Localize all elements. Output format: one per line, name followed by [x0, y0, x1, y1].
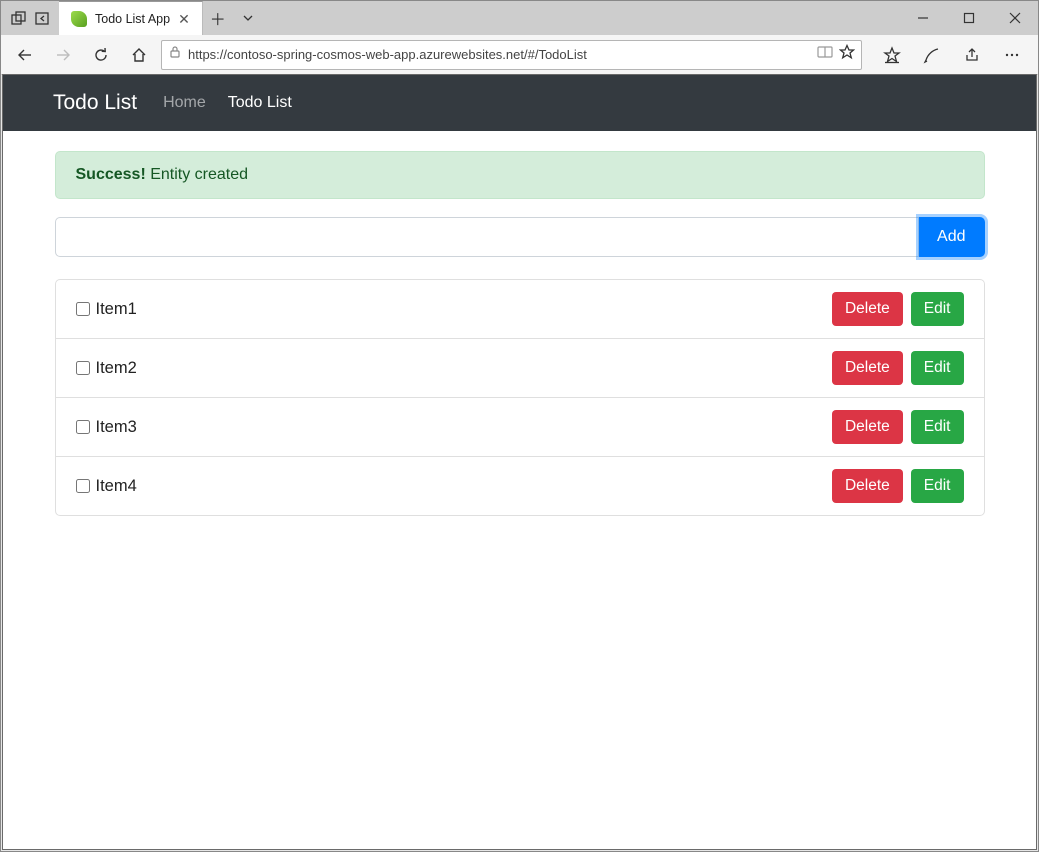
add-button[interactable]: Add	[919, 217, 984, 257]
nav-link-todolist[interactable]: Todo List	[228, 94, 292, 112]
app-container: Success! Entity created Add Item1DeleteE…	[55, 131, 985, 556]
home-button[interactable]	[123, 39, 155, 71]
item-checkbox[interactable]	[76, 302, 90, 316]
notes-icon[interactable]	[914, 39, 950, 71]
window-minimize-button[interactable]	[900, 1, 946, 35]
more-icon[interactable]	[994, 39, 1030, 71]
edit-button[interactable]: Edit	[911, 292, 964, 326]
alert-text: Entity created	[146, 166, 248, 183]
delete-button[interactable]: Delete	[832, 292, 903, 326]
item-checkbox[interactable]	[76, 420, 90, 434]
reading-view-icon[interactable]	[817, 45, 833, 64]
item-label: Item1	[96, 300, 137, 319]
edit-button[interactable]: Edit	[911, 469, 964, 503]
browser-titlebar: Todo List App ✕ ＋	[1, 1, 1038, 35]
window-close-button[interactable]	[992, 1, 1038, 35]
refresh-button[interactable]	[85, 39, 117, 71]
tabs-dropdown-icon[interactable]	[233, 1, 263, 35]
app-navbar: Todo List Home Todo List	[3, 75, 1036, 131]
alert-strong: Success!	[76, 166, 146, 183]
list-item: Item4 DeleteEdit	[56, 457, 984, 515]
list-item: Item2 DeleteEdit	[56, 339, 984, 398]
address-bar[interactable]	[161, 40, 862, 70]
edit-button[interactable]: Edit	[911, 351, 964, 385]
item-label: Item2	[96, 359, 137, 378]
favorites-bar-icon[interactable]	[874, 39, 910, 71]
app-brand[interactable]: Todo List	[53, 91, 137, 115]
item-label: Item4	[96, 477, 137, 496]
new-tab-button[interactable]: ＋	[203, 1, 233, 35]
delete-button[interactable]: Delete	[832, 410, 903, 444]
tabgroup-icon[interactable]	[9, 9, 27, 27]
nav-link-home[interactable]: Home	[163, 94, 206, 112]
todo-list: Item1DeleteEditItem2DeleteEditItem3Delet…	[55, 279, 985, 516]
item-checkbox[interactable]	[76, 361, 90, 375]
add-row: Add	[55, 217, 985, 257]
item-checkbox[interactable]	[76, 479, 90, 493]
back-button[interactable]	[9, 39, 41, 71]
item-label: Item3	[96, 418, 137, 437]
window-maximize-button[interactable]	[946, 1, 992, 35]
url-input[interactable]	[188, 47, 811, 62]
list-item: Item1 DeleteEdit	[56, 280, 984, 339]
browser-tab[interactable]: Todo List App ✕	[59, 1, 203, 35]
delete-button[interactable]: Delete	[832, 469, 903, 503]
lock-icon	[168, 45, 182, 64]
page-viewport: Todo List Home Todo List Success! Entity…	[2, 74, 1037, 850]
browser-toolbar	[1, 35, 1038, 75]
share-icon[interactable]	[954, 39, 990, 71]
new-todo-input[interactable]	[55, 217, 920, 257]
alert-success: Success! Entity created	[55, 151, 985, 199]
edit-button[interactable]: Edit	[911, 410, 964, 444]
asideset-icon[interactable]	[33, 9, 51, 27]
favorite-star-icon[interactable]	[839, 44, 855, 65]
spring-favicon-icon	[71, 11, 87, 27]
delete-button[interactable]: Delete	[832, 351, 903, 385]
tab-close-icon[interactable]: ✕	[178, 12, 190, 26]
forward-button[interactable]	[47, 39, 79, 71]
list-item: Item3 DeleteEdit	[56, 398, 984, 457]
tab-title: Todo List App	[95, 12, 170, 26]
